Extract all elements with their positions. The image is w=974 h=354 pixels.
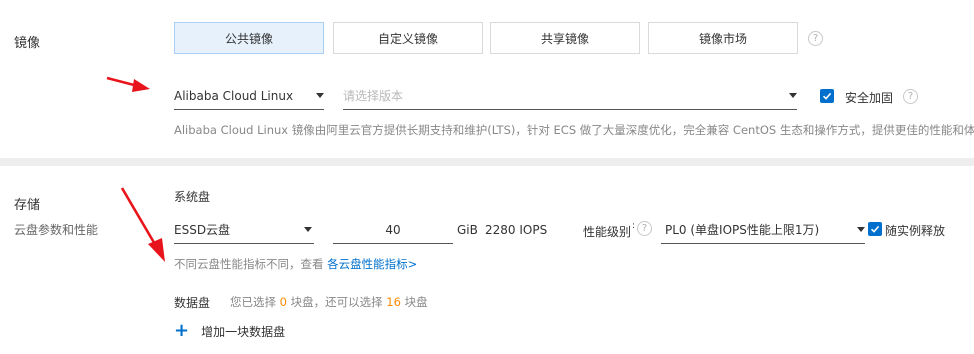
data-disk-note-text: 您已选择 (230, 295, 280, 309)
perf-level-label: 性能级别 (583, 225, 632, 239)
version-select-placeholder: 请选择版本 (343, 89, 404, 103)
perf-level-select[interactable]: PL0 (单盘IOPS性能上限1万) (661, 216, 865, 244)
section-divider (0, 158, 974, 166)
storage-section-label: 存储 (14, 198, 41, 213)
data-disk-label: 数据盘 (174, 296, 211, 310)
annotation-arrow-icon (106, 76, 150, 92)
os-select-value: Alibaba Cloud Linux (174, 88, 294, 103)
image-section-label: 镜像 (14, 36, 41, 51)
add-data-disk-label: 增加一块数据盘 (201, 324, 286, 339)
security-hardening-label: 安全加固 (845, 91, 894, 105)
system-disk-label: 系统盘 (174, 190, 211, 204)
image-section: 镜像 公共镜像 自定义镜像 共享镜像 镜像市场 ? Alibaba Cloud … (0, 0, 974, 158)
disk-size-value: 40 (385, 222, 401, 237)
release-with-instance-checkbox[interactable] (868, 222, 882, 236)
security-hardening-checkbox[interactable] (820, 89, 834, 103)
tab-public-image[interactable]: 公共镜像 (174, 22, 324, 54)
tab-label: 共享镜像 (540, 31, 589, 46)
tab-label: 公共镜像 (224, 31, 273, 46)
data-disk-remaining-count: 16 (386, 295, 401, 309)
chevron-down-icon (316, 93, 324, 98)
add-data-disk-button[interactable]: + 增加一块数据盘 (174, 322, 285, 340)
data-disk-note: 您已选择 0 块盘，还可以选择 16 块盘 (230, 294, 428, 310)
data-disk-selected-count: 0 (279, 295, 287, 309)
version-select[interactable]: 请选择版本 (343, 82, 797, 110)
tab-shared-image[interactable]: 共享镜像 (490, 22, 640, 54)
colon-text: : (632, 221, 636, 231)
chevron-down-icon (304, 227, 312, 232)
perf-note: 不同云盘性能指标不同，查看 各云盘性能指标> (174, 256, 417, 272)
tab-label: 镜像市场 (698, 31, 747, 46)
tab-image-market[interactable]: 镜像市场 (648, 22, 798, 54)
plus-icon: + (174, 320, 190, 341)
storage-section-sublabel: 云盘参数和性能 (14, 223, 99, 237)
size-unit: GiB (457, 223, 478, 237)
chevron-down-icon (789, 93, 797, 98)
check-icon (822, 92, 832, 100)
chevron-down-icon (857, 227, 865, 232)
check-icon (870, 225, 880, 233)
release-with-instance-label: 随实例释放 (885, 224, 946, 238)
storage-section: 存储 云盘参数和性能 系统盘 ESSD云盘 40 GiB 2280 IOPS 性… (0, 166, 974, 354)
help-icon[interactable]: ? (903, 89, 918, 104)
annotation-arrow-icon (120, 187, 165, 262)
tab-label: 自定义镜像 (377, 31, 438, 46)
data-disk-note-text: 块盘 (400, 295, 428, 309)
perf-metrics-link[interactable]: 各云盘性能指标> (327, 257, 417, 271)
iops-value: 2280 IOPS (485, 223, 548, 237)
disk-type-value: ESSD云盘 (174, 223, 231, 237)
disk-size-input[interactable]: 40 (333, 216, 453, 244)
tab-custom-image[interactable]: 自定义镜像 (333, 22, 483, 54)
os-select[interactable]: Alibaba Cloud Linux (174, 82, 324, 110)
perf-level-value: PL0 (单盘IOPS性能上限1万) (665, 223, 820, 237)
disk-type-select[interactable]: ESSD云盘 (174, 216, 314, 244)
help-icon[interactable]: ? (808, 31, 823, 46)
perf-note-text: 不同云盘性能指标不同，查看 (174, 257, 328, 271)
image-description: Alibaba Cloud Linux 镜像由阿里云官方提供长期支持和维护(LT… (174, 123, 974, 137)
help-icon[interactable]: ? (637, 221, 652, 236)
data-disk-note-text: 块盘，还可以选择 (286, 295, 387, 309)
